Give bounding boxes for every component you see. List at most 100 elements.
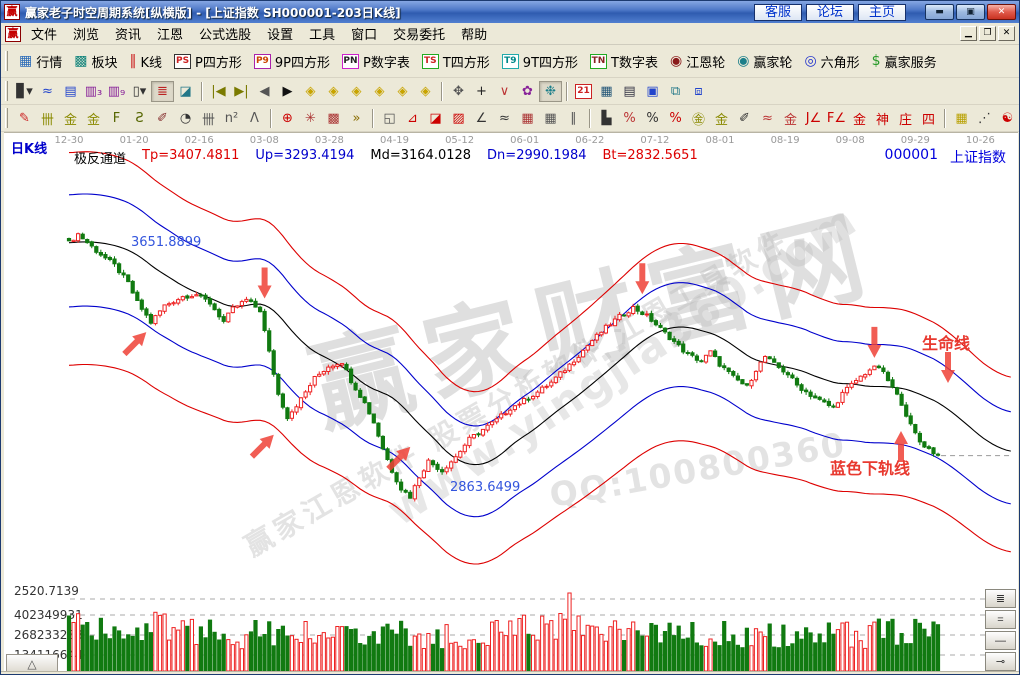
candle-type-button[interactable]: ▯▾ (128, 81, 151, 102)
menu-help[interactable]: 帮助 (453, 22, 495, 45)
gann-fan-button[interactable]: ⊿ (401, 108, 424, 129)
menu-browse[interactable]: 浏览 (65, 22, 107, 45)
angle-line-button[interactable]: ∠ (470, 108, 493, 129)
winner-wheel-button[interactable]: ◉赢家轮 (731, 49, 798, 74)
pan-h-button[interactable]: ◈ (345, 81, 368, 102)
web-box-button[interactable]: ▩ (322, 108, 345, 129)
calculator-button[interactable]: ▦ (595, 81, 618, 102)
child-minimize-button[interactable]: ▁ (960, 26, 977, 41)
hexagon-button[interactable]: ◎六角形 (798, 49, 865, 74)
minimize-button[interactable]: ▬ (925, 4, 954, 20)
gann-fan-box-button[interactable]: ◪ (424, 108, 447, 129)
chart-canvas[interactable]: 赢家财富网赢家江恩软件 股票分析软件 江恩工具软件www.yingjia360.… (4, 133, 1018, 674)
brain-tool-button[interactable]: ❉ (539, 81, 562, 102)
gold-circle-button[interactable]: ㊎ (687, 108, 710, 129)
menu-tools[interactable]: 工具 (301, 22, 343, 45)
percent-line-button[interactable]: % (664, 108, 687, 129)
kline-button[interactable]: ‖K线 (124, 49, 169, 74)
draw-pen-button[interactable]: ✎ (13, 108, 36, 129)
kline-style-button[interactable]: ▊▾ (13, 81, 36, 102)
notepad-button[interactable]: ▤ (618, 81, 641, 102)
save-button[interactable]: ▣ (641, 81, 664, 102)
winner-service-button[interactable]: $赢家服务 (866, 49, 943, 74)
menu-gann[interactable]: 江恩 (149, 22, 191, 45)
pan-right-button[interactable]: ◈ (322, 81, 345, 102)
menu-settings[interactable]: 设置 (259, 22, 301, 45)
bars3-button[interactable]: ▥₃ (82, 81, 105, 102)
child-close-button[interactable]: ✕ (998, 26, 1015, 41)
gann-ruler-button[interactable]: 卌 (36, 108, 59, 129)
yinyang-button[interactable]: ☯ (996, 108, 1019, 129)
p-square-button[interactable]: PSP四方形 (168, 49, 248, 74)
nine-p-square-button[interactable]: P99P四方形 (248, 49, 336, 74)
pen-ruler-button[interactable]: ✐ (151, 108, 174, 129)
mark-tool-button[interactable]: ∨ (493, 81, 516, 102)
f-angle-button[interactable]: F∠ (825, 108, 848, 129)
homepage-button[interactable]: 主页 (858, 4, 906, 21)
first-bar-button[interactable]: |◀ (207, 81, 230, 102)
trend-chart-button[interactable]: ⋰ (973, 108, 996, 129)
menu-window[interactable]: 窗口 (343, 22, 385, 45)
t-square-button[interactable]: TST四方形 (416, 49, 496, 74)
pen-bars-button[interactable]: ✐ (733, 108, 756, 129)
pane-three-lines-button[interactable]: ≣ (985, 589, 1016, 608)
zhuang-angle-button[interactable]: 庄 (894, 108, 917, 129)
red-target-button[interactable]: ⊕ (276, 108, 299, 129)
percent-wave-button[interactable]: % (618, 108, 641, 129)
parallel-lines-button[interactable]: ∥ (562, 108, 585, 129)
gold-angle-button[interactable]: 金 (848, 108, 871, 129)
pane-arrow-line-button[interactable]: ⊸ (985, 652, 1016, 671)
menu-trade[interactable]: 交易委托 (385, 22, 453, 45)
gold-lines-button[interactable]: 金 (710, 108, 733, 129)
spiral-button[interactable]: Ƨ (128, 108, 151, 129)
t-number-table-button[interactable]: TNT数字表 (584, 49, 664, 74)
hand-tool-button[interactable]: ✥ (447, 81, 470, 102)
bar-stats-button[interactable]: ▙ (595, 108, 618, 129)
color-histogram-button[interactable]: ◪ (174, 81, 197, 102)
shen-angle-button[interactable]: 神 (871, 108, 894, 129)
wave-line-button[interactable]: ≈ (493, 108, 516, 129)
bars9-button[interactable]: ▥₉ (105, 81, 128, 102)
pattern-button[interactable]: ≣ (151, 81, 174, 102)
more-tools-button[interactable]: » (345, 108, 368, 129)
wave-view-button[interactable]: ≈ (36, 81, 59, 102)
calendar-button[interactable]: 21 (572, 81, 595, 102)
web-circle-button[interactable]: ✳ (299, 108, 322, 129)
period-label[interactable]: 日K线 (11, 138, 47, 157)
grid-tool-button[interactable]: ▦ (516, 108, 539, 129)
p-number-table-button[interactable]: PNP数字表 (336, 49, 416, 74)
last-bar-button[interactable]: ▶| (230, 81, 253, 102)
pane-two-lines-button[interactable]: = (985, 610, 1016, 629)
pan-all-button[interactable]: ◈ (391, 81, 414, 102)
wave-channel-button[interactable]: ≈ (756, 108, 779, 129)
pan-center-button[interactable]: ◈ (414, 81, 437, 102)
percent-button[interactable]: % (641, 108, 664, 129)
forum-button[interactable]: 论坛 (806, 4, 854, 21)
menu-file[interactable]: 文件 (23, 22, 65, 45)
crosshair-button[interactable]: + (470, 81, 493, 102)
child-restore-button[interactable]: ❐ (979, 26, 996, 41)
mail-pc-button[interactable]: ⧈ (687, 81, 710, 102)
gann-wheel-button[interactable]: ◉江恩轮 (664, 49, 731, 74)
grid-yellow-button[interactable]: ▦ (950, 108, 973, 129)
cycle-clock-button[interactable]: ◔ (174, 108, 197, 129)
prev-bar-button[interactable]: ◀ (253, 81, 276, 102)
menu-formula-picker[interactable]: 公式选股 (191, 22, 259, 45)
pane-one-line-button[interactable]: — (985, 631, 1016, 650)
n-squared-button[interactable]: n² (220, 108, 243, 129)
pan-left-button[interactable]: ◈ (299, 81, 322, 102)
tally2-button[interactable]: 卌 (197, 108, 220, 129)
network-button[interactable]: ⧉ (664, 81, 687, 102)
j-angle-button[interactable]: J∠ (802, 108, 825, 129)
compass-button[interactable]: Λ (243, 108, 266, 129)
info-note-button[interactable]: ▤ (59, 81, 82, 102)
line-box-button[interactable]: ▨ (447, 108, 470, 129)
sectors-button[interactable]: ▩板块 (68, 49, 123, 74)
nine-t-square-button[interactable]: T99T四方形 (496, 49, 584, 74)
f-ruler-button[interactable]: F (105, 108, 128, 129)
magic-tool-button[interactable]: ✿ (516, 81, 539, 102)
close-button[interactable]: ✕ (987, 4, 1016, 20)
gold-underline-button[interactable]: 金 (779, 108, 802, 129)
quotes-button[interactable]: ▦行情 (13, 49, 68, 74)
customer-service-button[interactable]: 客服 (754, 4, 802, 21)
